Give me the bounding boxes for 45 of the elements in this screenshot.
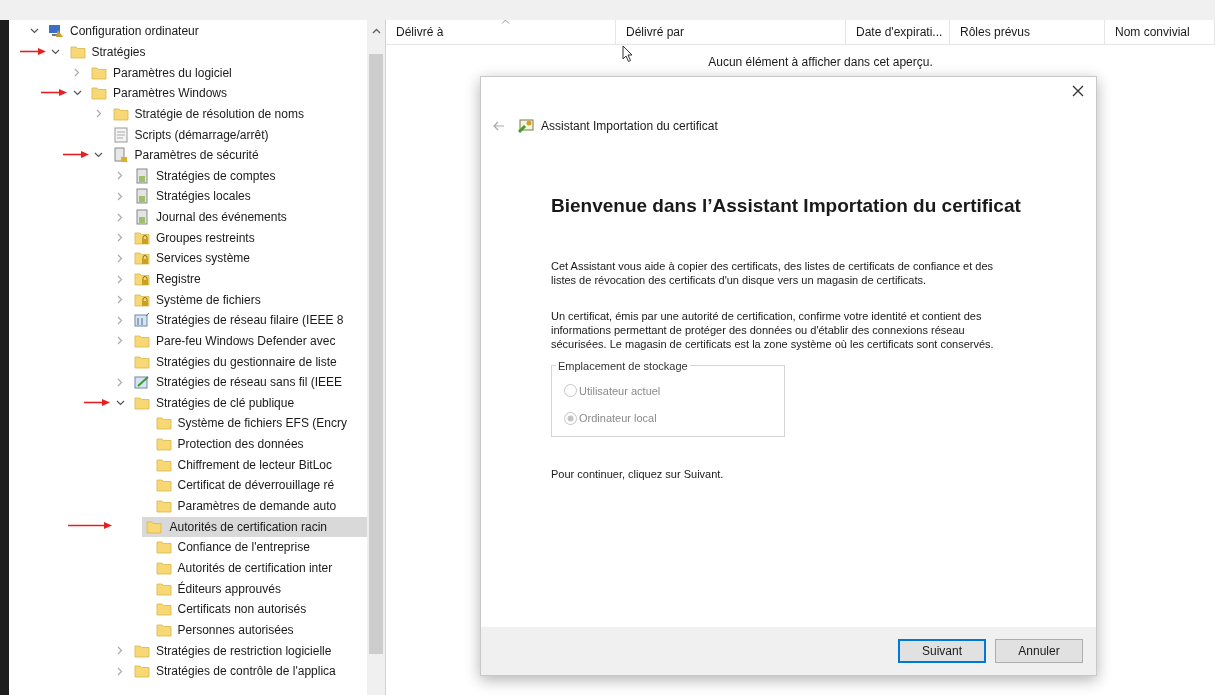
tree-item[interactable]: Certificat de déverrouillage ré xyxy=(177,475,335,496)
tree-item[interactable]: Stratégies de restriction logicielle xyxy=(156,640,332,661)
tree-item[interactable]: Système de fichiers EFS (Encry xyxy=(177,413,347,434)
tree-item[interactable]: Éditeurs approuvés xyxy=(177,578,281,599)
tree-item[interactable]: Paramètres de demande auto xyxy=(177,496,337,517)
tree-item[interactable]: Stratégies du gestionnaire de liste xyxy=(156,351,337,372)
tree-item[interactable]: Stratégies de réseau filaire (IEEE 8 xyxy=(156,310,344,331)
column-header[interactable]: Délivré à xyxy=(396,23,444,41)
tree-item[interactable]: Autorités de certification inter xyxy=(177,557,333,578)
tree-item[interactable]: Confiance de l'entreprise xyxy=(177,537,310,558)
tree-item[interactable]: Journal des événements xyxy=(156,207,287,228)
tree-item[interactable]: Autorités de certification racin xyxy=(141,516,367,537)
tree-item[interactable]: Personnes autorisées xyxy=(177,619,294,640)
tree-item[interactable]: Configuration ordinateur xyxy=(70,21,199,42)
tree-item[interactable]: Chiffrement de lecteur BitLoc xyxy=(177,454,333,475)
dialog-heading: Bienvenue dans l’Assistant Importation du certificat xyxy=(551,194,1022,218)
dialog-button[interactable]: Annuler xyxy=(995,639,1083,663)
tree-item[interactable]: Stratégies locales xyxy=(156,186,251,207)
tree-item[interactable]: Système de fichiers xyxy=(156,289,261,310)
tree-item[interactable]: Stratégies de comptes xyxy=(156,165,276,186)
tree-item[interactable]: Stratégies de réseau sans fil (IEEE xyxy=(156,372,343,393)
tree-item[interactable]: Scripts (démarrage/arrêt) xyxy=(134,124,269,145)
tree-item[interactable]: Stratégies de contrôle de l'applica xyxy=(156,661,336,682)
tree-item[interactable]: Certificats non autorisés xyxy=(177,599,307,620)
dialog-title: Assistant Importation du certificat xyxy=(541,118,718,135)
tree-item[interactable]: Pare-feu Windows Defender avec xyxy=(156,330,336,351)
column-header[interactable]: Date d'expirati... xyxy=(856,23,943,41)
tree-item[interactable]: Services système xyxy=(156,248,251,269)
tree-item[interactable]: Stratégies de clé publique xyxy=(156,392,295,413)
tree-item[interactable]: Stratégie de résolution de noms xyxy=(134,103,304,124)
column-header[interactable]: Nom convivial xyxy=(1115,23,1190,41)
tree-item[interactable]: Groupes restreints xyxy=(156,227,255,248)
tree-item[interactable]: Registre xyxy=(156,269,201,289)
tree-item[interactable]: Paramètres du logiciel xyxy=(113,62,232,83)
tree-item[interactable]: Paramètres de sécurité xyxy=(134,145,259,166)
paragraph: Cet Assistant vous aide à copier des certificats, des listes de certificats de confiance et des listes de révocation des certificats d'un disque vers un magasin de certificats. xyxy=(551,258,995,287)
column-header[interactable]: Délivré par xyxy=(626,23,685,41)
paragraph: Un certificat, émis par une autorité de certification, confirme votre identité et contient des informations permettant de protéger des données ou d'établir des connexions réseau sécurisées. Le magasin de certificats est la zone système où les certificats sont conservés. xyxy=(551,308,995,351)
dialog-button[interactable]: Suivant xyxy=(898,639,986,663)
tree-item[interactable]: Stratégies xyxy=(91,41,146,62)
tree-item[interactable]: Paramètres Windows xyxy=(113,83,228,104)
instruction-text: Pour continuer, cliquez sur Suivant. xyxy=(551,466,725,482)
empty-message: Aucun élément à afficher dans cet aperçu. xyxy=(707,55,934,69)
tree-item[interactable]: Protection des données xyxy=(177,434,304,455)
column-header[interactable]: Rôles prévus xyxy=(960,23,1031,41)
